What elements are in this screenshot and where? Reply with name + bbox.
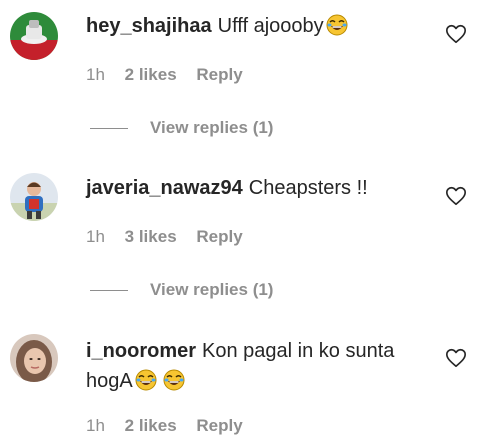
heart-outline-icon[interactable] bbox=[445, 347, 467, 369]
likes-count[interactable]: 2 likes bbox=[125, 65, 177, 85]
likes-count[interactable]: 2 likes bbox=[125, 416, 177, 436]
comment-body: Ufff ajoooby bbox=[217, 15, 324, 37]
reply-button[interactable]: Reply bbox=[196, 227, 242, 247]
heart-outline-icon[interactable] bbox=[445, 185, 467, 207]
username[interactable]: i_nooromer bbox=[86, 340, 196, 362]
divider bbox=[90, 128, 128, 130]
reply-button[interactable]: Reply bbox=[196, 416, 242, 436]
reply-button[interactable]: Reply bbox=[196, 65, 242, 85]
view-replies-button[interactable]: View replies (1) bbox=[90, 280, 273, 300]
joy-emoji-icon bbox=[163, 369, 185, 391]
joy-emoji-icon bbox=[326, 14, 348, 36]
comment-text: hey_shajihaa Ufff ajoooby bbox=[86, 11, 426, 41]
heart-outline-icon[interactable] bbox=[445, 23, 467, 45]
timestamp: 1h bbox=[86, 65, 105, 84]
avatar[interactable] bbox=[10, 12, 58, 60]
comment-meta: 1h 2 likes Reply bbox=[86, 416, 258, 436]
timestamp: 1h bbox=[86, 227, 105, 246]
comment-meta: 1h 2 likes Reply bbox=[86, 65, 258, 85]
likes-count[interactable]: 3 likes bbox=[125, 227, 177, 247]
joy-emoji-icon bbox=[135, 369, 157, 391]
view-replies-button[interactable]: View replies (1) bbox=[90, 118, 273, 138]
comment-body: Cheapsters !! bbox=[248, 177, 368, 199]
view-replies-label: View replies (1) bbox=[150, 280, 274, 299]
timestamp: 1h bbox=[86, 416, 105, 435]
username[interactable]: hey_shajihaa bbox=[86, 15, 212, 37]
comment-text: i_nooromer Kon pagal in ko sunta hogA bbox=[86, 336, 426, 396]
divider bbox=[90, 290, 128, 292]
comment-text: javeria_nawaz94 Cheapsters !! bbox=[86, 173, 426, 203]
avatar[interactable] bbox=[10, 173, 58, 221]
view-replies-label: View replies (1) bbox=[150, 118, 274, 137]
avatar[interactable] bbox=[10, 334, 58, 382]
username[interactable]: javeria_nawaz94 bbox=[86, 177, 243, 199]
comment-meta: 1h 3 likes Reply bbox=[86, 227, 258, 247]
